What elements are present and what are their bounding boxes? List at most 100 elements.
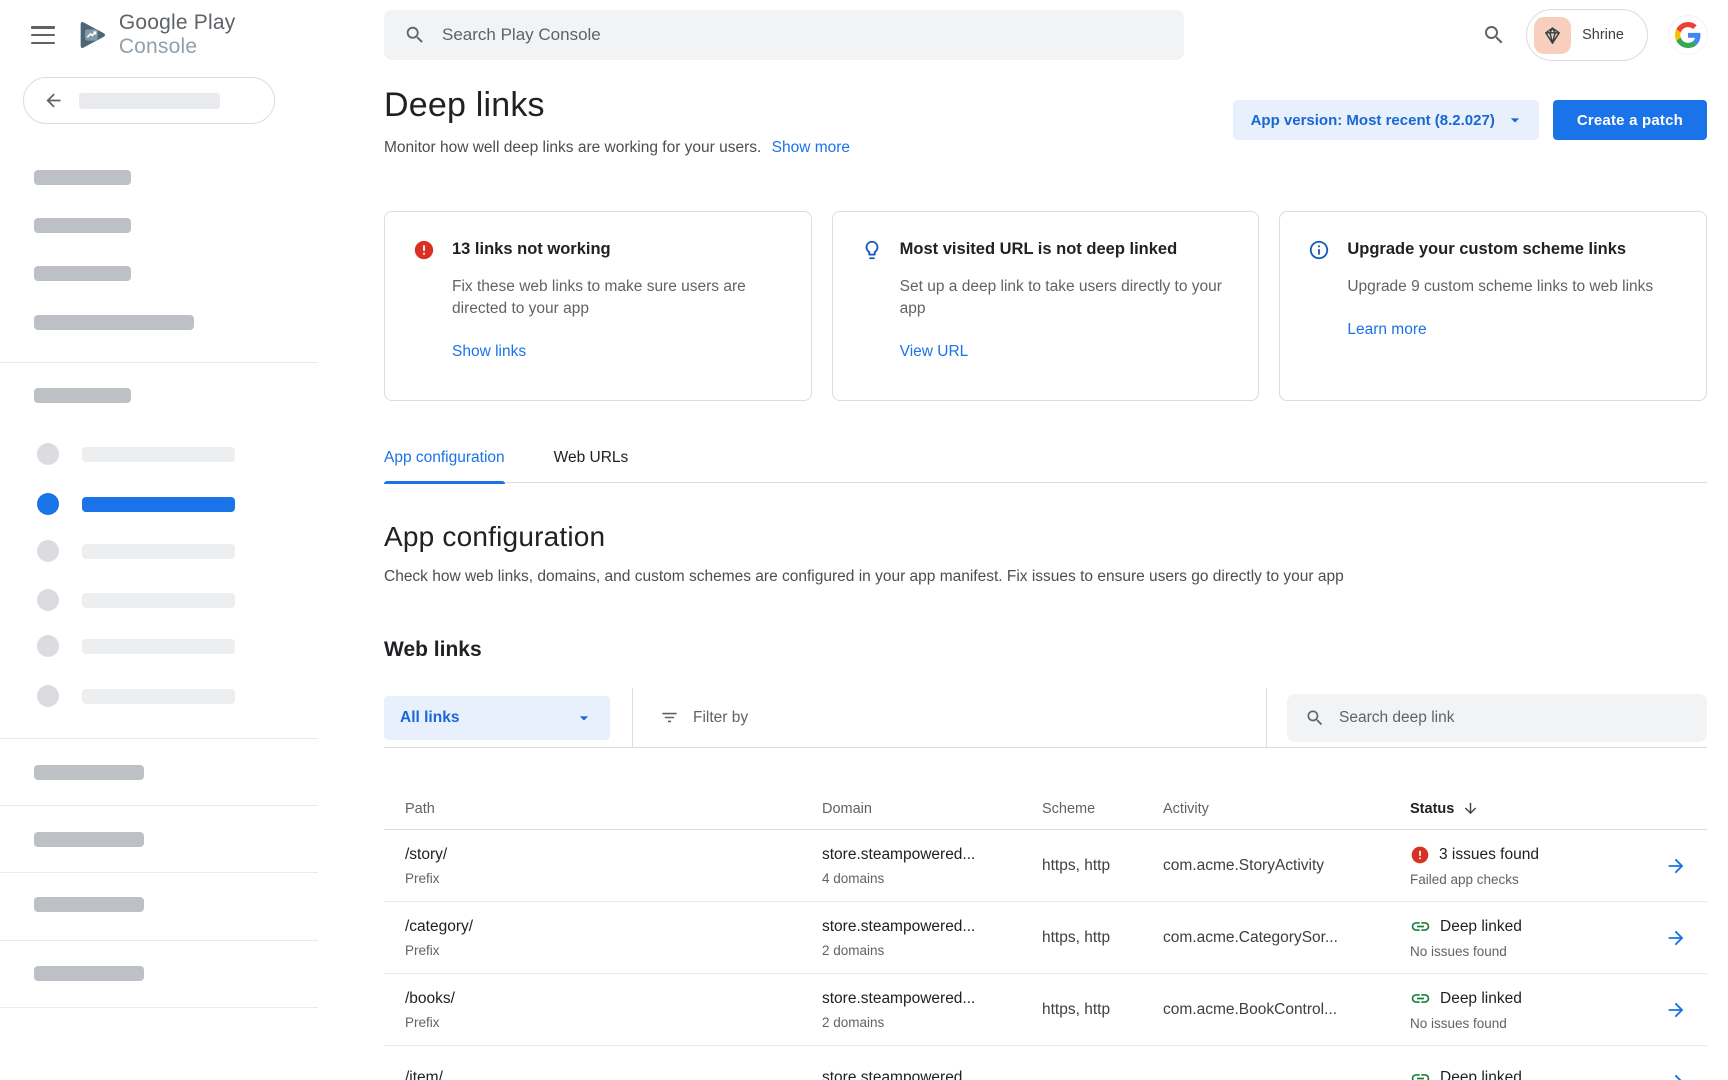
path-value: /books/ [405,990,822,1008]
sidebar-item-selected[interactable] [82,497,235,512]
domain-count: 2 domains [822,943,1042,958]
divider [0,872,318,873]
skeleton-bar [34,897,144,912]
column-header-status[interactable]: Status [1410,800,1665,817]
search-icon [404,24,426,46]
skeleton-bar [34,765,144,780]
links-filter-dropdown[interactable]: All links [384,696,610,740]
skeleton-bar [79,93,220,109]
skeleton-bar [34,315,194,330]
top-bar: Google Play Console Shrine [0,0,1728,70]
diamond-icon [1541,24,1564,47]
domain-count: 2 domains [822,1015,1042,1030]
skeleton-bar [34,170,131,185]
error-icon [413,239,435,261]
path-value: /item/ [405,1069,822,1080]
create-patch-button[interactable]: Create a patch [1553,100,1707,140]
column-header-activity: Activity [1163,801,1410,817]
skeleton-bar [34,832,144,847]
skeleton-bar [34,388,131,403]
show-more-link[interactable]: Show more [772,139,850,156]
tab-app-configuration[interactable]: App configuration [384,449,505,482]
console-search-input[interactable] [442,25,1164,45]
path-type: Prefix [405,943,822,958]
path-type: Prefix [405,871,822,886]
filter-by-button[interactable]: Filter by [660,708,1266,727]
logo-text: Google Play Console [119,11,318,59]
search-icon [1305,708,1325,728]
card-body: Fix these web links to make sure users a… [452,276,782,320]
table-row[interactable]: /story/ Prefix store.steampowered... 4 d… [384,830,1707,902]
path-value: /story/ [405,846,822,864]
path-value: /category/ [405,918,822,936]
sidebar-nav [0,70,318,1080]
app-version-dropdown[interactable]: App version: Most recent (8.2.027) [1233,100,1539,140]
page-subtitle: Monitor how well deep links are working … [384,139,761,156]
arrow-forward-icon[interactable] [1665,999,1687,1021]
table-header: Path Domain Scheme Activity Status [384,788,1707,830]
skeleton-bar [34,966,144,981]
most-visited-url-card: Most visited URL is not deep linked Set … [832,211,1260,401]
sidebar-item-selected-dot [37,493,59,515]
skeleton-dot [37,685,59,707]
chevron-down-icon [574,708,594,728]
play-console-logo[interactable]: Google Play Console [75,11,318,59]
app-thumbnail [1534,17,1571,54]
card-body: Set up a deep link to take users directl… [900,276,1230,320]
learn-more-link[interactable]: Learn more [1347,321,1426,338]
scheme-value: https, http [1042,1001,1163,1019]
divider [0,362,318,363]
skeleton-bar [82,544,235,559]
menu-icon[interactable] [31,26,55,44]
path-type: Prefix [405,1015,822,1030]
arrow-forward-icon[interactable] [1665,927,1687,949]
tab-bar: App configuration Web URLs [384,449,1707,483]
arrow-forward-icon[interactable] [1665,855,1687,877]
app-version-label: App version: Most recent (8.2.027) [1251,112,1495,129]
domain-count: 4 domains [822,871,1042,886]
app-name: Shrine [1582,27,1624,43]
view-url-link[interactable]: View URL [900,343,969,360]
upgrade-schemes-card: Upgrade your custom scheme links Upgrade… [1279,211,1707,401]
skeleton-dot [37,589,59,611]
table-row[interactable]: /item/ store.steampowered... Deep linked [384,1046,1707,1080]
divider [0,1007,318,1008]
status-badge: 3 issues found [1439,846,1539,864]
card-body: Upgrade 9 custom scheme links to web lin… [1347,276,1677,298]
web-links-table: Path Domain Scheme Activity Status /stor… [384,788,1707,1080]
divider [0,940,318,941]
deep-link-search[interactable] [1287,694,1707,742]
domain-value: store.steampowered... [822,846,1042,864]
back-button[interactable] [23,77,275,124]
column-header-path: Path [405,801,822,817]
table-row[interactable]: /books/ Prefix store.steampowered... 2 d… [384,974,1707,1046]
divider [1266,688,1267,748]
play-console-logo-icon [75,18,109,52]
show-links-link[interactable]: Show links [452,343,526,360]
web-links-table-body: /story/ Prefix store.steampowered... 4 d… [384,830,1707,1080]
app-switcher-chip[interactable]: Shrine [1526,9,1648,61]
status-badge: Deep linked [1440,1069,1522,1080]
skeleton-bar [34,218,131,233]
web-links-heading: Web links [384,638,1707,662]
console-search-bar[interactable] [384,10,1184,60]
scheme-value: https, http [1042,929,1163,947]
scheme-value: https, http [1042,857,1163,875]
deep-link-search-input[interactable] [1339,709,1689,727]
column-header-domain: Domain [822,801,1042,817]
info-icon [1308,239,1330,261]
link-icon [1410,1068,1431,1080]
skeleton-bar [82,447,235,462]
activity-value: com.acme.CategorySor... [1163,929,1410,947]
table-row[interactable]: /category/ Prefix store.steampowered... … [384,902,1707,974]
search-icon-secondary[interactable] [1482,23,1506,47]
skeleton-dot [37,540,59,562]
divider [632,688,633,748]
divider [0,738,318,739]
tab-web-urls[interactable]: Web URLs [554,449,629,482]
arrow-forward-icon[interactable] [1665,1071,1687,1080]
web-links-toolbar: All links Filter by [384,688,1707,748]
arrow-back-icon [43,90,64,111]
lightbulb-icon [861,239,883,261]
google-account-avatar[interactable] [1668,15,1708,55]
